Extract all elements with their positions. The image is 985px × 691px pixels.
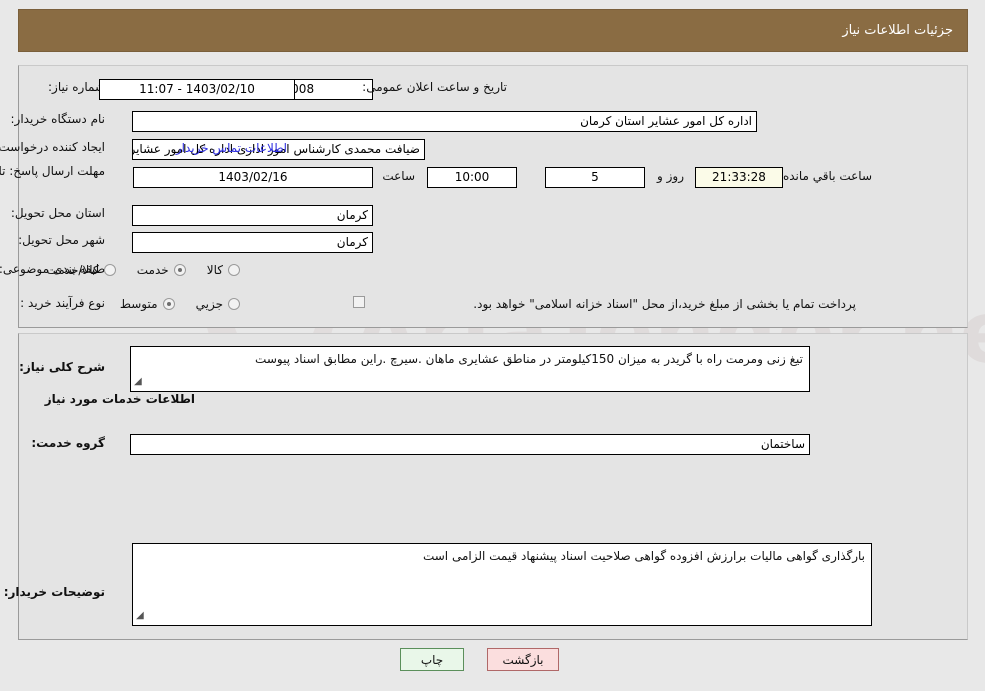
service-group-row: گروه خدمت: xyxy=(31,436,105,450)
process-option-label-0: جزیي xyxy=(195,297,223,311)
general-desc-textarea[interactable]: تیغ زنی ومرمت راه با گریدر به میزان 150ک… xyxy=(130,346,810,392)
city-field[interactable]: کرمان xyxy=(132,232,373,253)
province-field[interactable]: کرمان xyxy=(132,205,373,226)
buyer-contact-link[interactable]: اطلاعات تماس خریدار xyxy=(176,141,287,155)
resize-grip-icon[interactable]: ◣ xyxy=(134,374,142,390)
buyer-notes-row: توضیحات خریدار: xyxy=(4,585,105,599)
days-remaining-label: روز و xyxy=(657,169,684,183)
resize-grip-icon[interactable]: ◣ xyxy=(136,608,144,624)
countdown-field: 21:33:28 xyxy=(695,167,783,188)
radio-icon[interactable] xyxy=(103,264,116,276)
print-button[interactable]: چاپ xyxy=(400,648,464,671)
need-number-row: شماره نیاز: xyxy=(48,80,105,94)
announce-date-row: تاریخ و ساعت اعلان عمومی: xyxy=(362,80,507,94)
process-option-0[interactable]: جزیي xyxy=(196,297,240,311)
page-header: جزئیات اطلاعات نیاز xyxy=(18,9,968,52)
category-option-0[interactable]: کالا xyxy=(207,263,240,277)
page-root: AriaTender.net جزئیات اطلاعات نیاز شماره… xyxy=(0,0,985,691)
deadline-date-field[interactable]: 1403/02/16 xyxy=(133,167,373,188)
radio-icon[interactable] xyxy=(173,264,186,276)
process-options: جزیي متوسط xyxy=(104,295,240,314)
category-option-2[interactable]: کالا/خدمت xyxy=(46,263,116,277)
province-row: استان محل تحویل: xyxy=(11,206,105,220)
services-section-heading: اطلاعات خدمات مورد نیاز xyxy=(44,392,195,406)
deadline-time-label: ساعت xyxy=(382,169,415,183)
treasury-bond-checkbox[interactable] xyxy=(353,296,365,308)
category-option-1[interactable]: خدمت xyxy=(137,263,186,277)
buyer-org-field[interactable]: اداره کل امور عشایر استان کرمان xyxy=(132,111,757,132)
buyer-notes-textarea[interactable]: بارگذاری گواهی مالیات برارزش افزوده گواه… xyxy=(132,543,872,626)
need-summary-panel xyxy=(18,65,968,328)
days-remaining-field[interactable]: 5 xyxy=(545,167,645,188)
process-option-1[interactable]: متوسط xyxy=(120,297,175,311)
announce-date-label: تاریخ و ساعت اعلان عمومی: xyxy=(362,80,507,94)
category-option-label-0: کالا xyxy=(206,263,223,277)
general-desc-value: تیغ زنی ومرمت راه با گریدر به میزان 150ک… xyxy=(255,352,803,366)
category-options: کالا خدمت کالا/خدمت xyxy=(30,261,240,280)
back-button[interactable]: بازگشت xyxy=(487,648,559,671)
need-number-label: شماره نیاز: xyxy=(48,80,105,94)
buyer-org-label: نام دستگاه خریدار: xyxy=(10,112,106,126)
treasury-bond-text: پرداخت تمام یا بخشی از مبلغ خرید،از محل … xyxy=(473,297,856,311)
deadline-time-field[interactable]: 10:00 xyxy=(427,167,517,188)
requester-label: ایجاد کننده درخواست: xyxy=(0,140,105,154)
process-label: نوع فرآیند خرید : xyxy=(20,296,105,310)
deadline-row: مهلت ارسال پاسخ: تا تاریخ: xyxy=(0,163,105,179)
general-desc-row: شرح کلی نیاز: xyxy=(19,360,105,374)
buyer-notes-label: توضیحات خریدار: xyxy=(3,585,105,599)
city-row: شهر محل تحویل: xyxy=(18,233,105,247)
buyer-org-row: نام دستگاه خریدار: xyxy=(11,112,106,126)
process-option-label-1: متوسط xyxy=(119,297,158,311)
countdown-label: ساعت باقي مانده xyxy=(782,169,872,183)
city-label: شهر محل تحویل: xyxy=(18,233,105,247)
general-desc-label: شرح کلی نیاز: xyxy=(19,360,105,374)
announce-date-field[interactable]: 1403/02/10 - 11:07 xyxy=(99,79,295,100)
buyer-notes-value: بارگذاری گواهی مالیات برارزش افزوده گواه… xyxy=(422,549,865,563)
category-option-label-2: کالا/خدمت xyxy=(46,263,99,277)
radio-icon[interactable] xyxy=(228,264,240,276)
category-option-label-1: خدمت xyxy=(136,263,169,277)
requester-row: ایجاد کننده درخواست: xyxy=(0,140,105,154)
radio-icon[interactable] xyxy=(228,298,240,310)
service-group-field[interactable]: ساختمان xyxy=(130,434,810,455)
service-group-label: گروه خدمت: xyxy=(31,436,105,450)
radio-icon[interactable] xyxy=(162,298,175,310)
province-label: استان محل تحویل: xyxy=(10,206,105,220)
page-title: جزئیات اطلاعات نیاز xyxy=(842,23,953,38)
deadline-label: مهلت ارسال پاسخ: تا تاریخ: xyxy=(0,164,105,178)
process-row: نوع فرآیند خرید : xyxy=(20,296,105,310)
